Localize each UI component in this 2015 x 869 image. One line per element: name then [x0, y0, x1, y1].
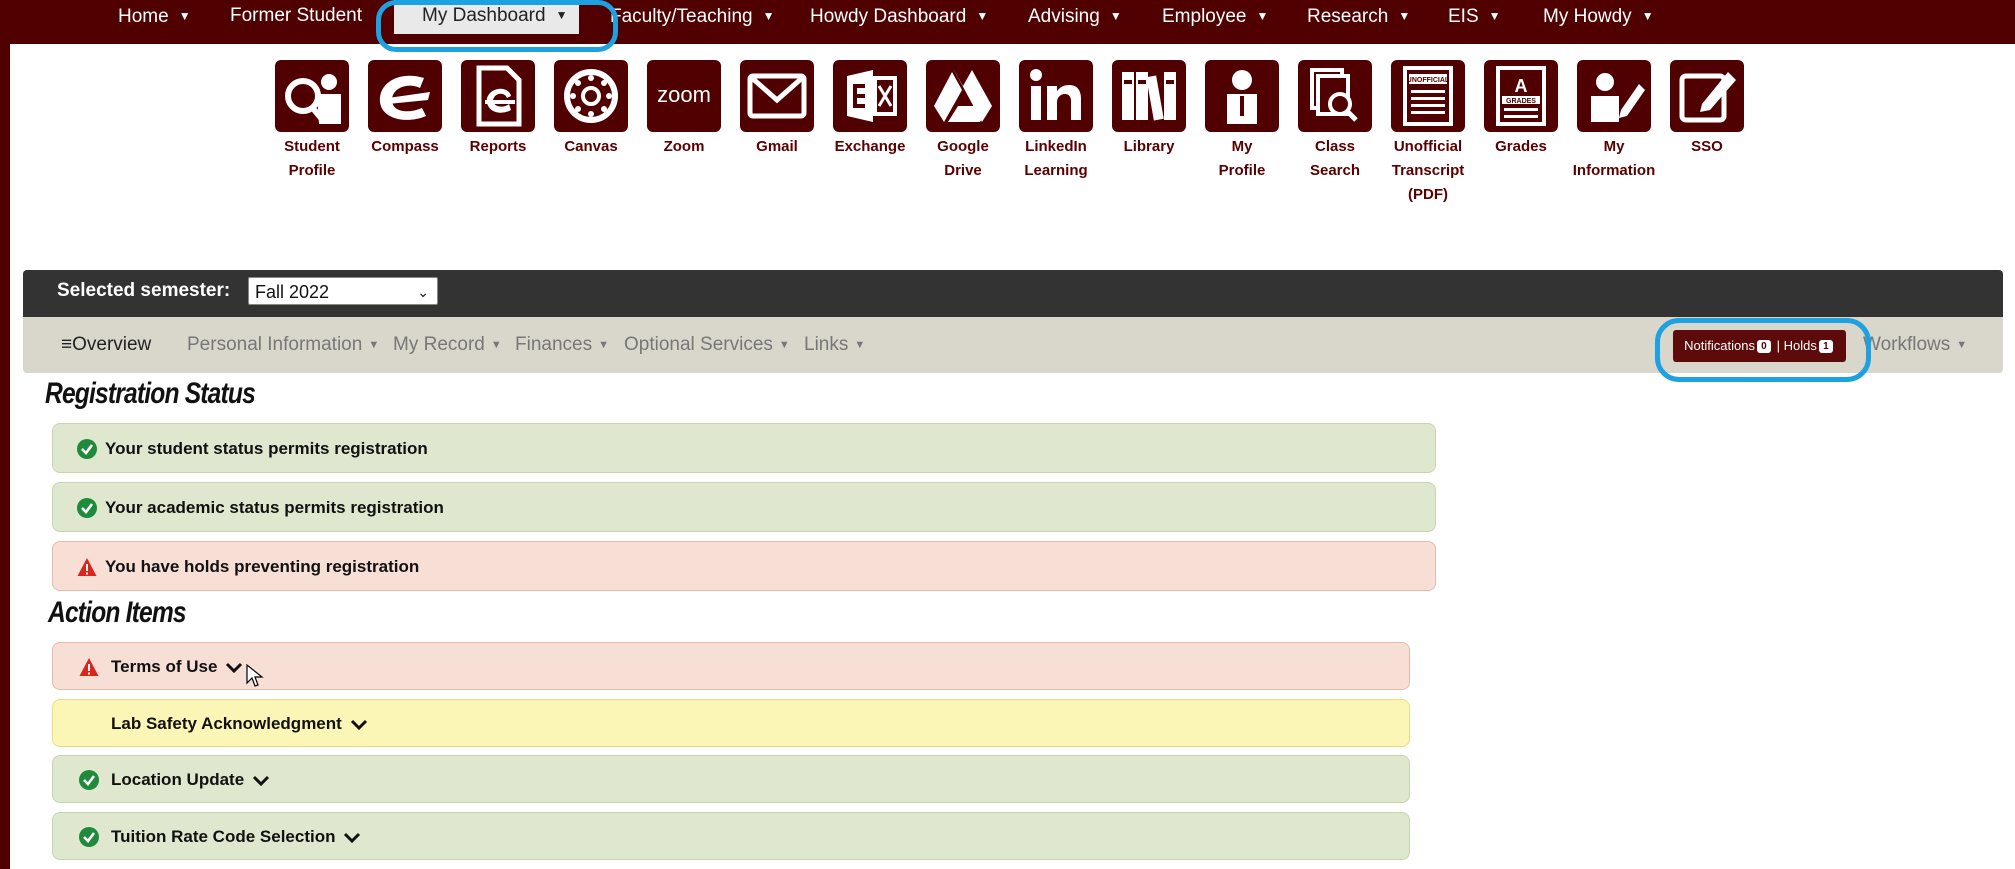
caret-down-icon: ▼ [598, 339, 609, 351]
notifications-holds-button[interactable]: Notifications 0 | Holds 1 [1673, 330, 1846, 362]
app-sso[interactable]: SSO [1661, 60, 1753, 159]
tab-finances[interactable]: Finances ▼ [515, 334, 609, 356]
canvas-icon [554, 60, 628, 132]
chevron-down-icon [253, 775, 270, 787]
app-launcher: Student Profile Compass Reports Canvas z… [10, 60, 2015, 210]
chevron-down-icon [350, 719, 367, 731]
nav-my-dashboard[interactable]: My Dashboard ▼ [394, 0, 580, 34]
app-library[interactable]: Library [1103, 60, 1195, 159]
app-my-information[interactable]: My Information [1568, 60, 1660, 183]
nav-employee[interactable]: Employee ▼ [1162, 4, 1268, 28]
app-reports[interactable]: Reports [452, 60, 544, 159]
app-unofficial-transcript[interactable]: UNOFFICIAL Unofficial Transcript (PDF) [1382, 60, 1474, 207]
linkedin-icon [1019, 60, 1093, 132]
app-zoom[interactable]: zoom Zoom [638, 60, 730, 159]
caret-down-icon: ▼ [1488, 9, 1501, 23]
svg-text:GRADES: GRADES [1506, 98, 1536, 105]
chevron-down-icon [344, 832, 361, 844]
registration-status-title: Registration Status [45, 377, 256, 410]
sub-nav: ≡Overview Personal Information ▼ My Recor… [23, 317, 2003, 373]
library-icon [1112, 60, 1186, 132]
my-profile-icon [1205, 60, 1279, 132]
tab-overview[interactable]: ≡Overview [61, 334, 151, 356]
caret-down-icon: ▼ [1256, 9, 1269, 23]
semester-label: Selected semester: [57, 280, 231, 301]
student-profile-icon [275, 60, 349, 132]
svg-text:zoom: zoom [657, 82, 711, 107]
notifications-count-badge: 0 [1756, 340, 1771, 353]
transcript-icon: UNOFFICIAL [1391, 60, 1465, 132]
nav-home[interactable]: Home ▼ [118, 4, 191, 28]
chevron-down-icon [226, 662, 243, 674]
tab-workflows[interactable]: Workflows ▼ [1863, 334, 1967, 356]
action-item-location-update[interactable]: Location Update [52, 755, 1410, 803]
semester-bar: Selected semester: Fall 2022 ⌄ [23, 270, 2003, 317]
caret-down-icon: ▼ [1641, 9, 1654, 23]
caret-down-icon: ▼ [762, 9, 775, 23]
hamburger-icon: ≡ [61, 334, 73, 355]
app-google-drive[interactable]: Google Drive [917, 60, 1009, 183]
action-items-title: Action Items [48, 596, 187, 629]
app-class-search[interactable]: Class Search [1289, 60, 1381, 183]
google-drive-icon [926, 60, 1000, 132]
compass-icon [368, 60, 442, 132]
caret-down-icon: ▼ [778, 339, 790, 351]
caret-down-icon: ▼ [368, 339, 380, 351]
app-canvas[interactable]: Canvas [545, 60, 637, 159]
gmail-icon [740, 60, 814, 132]
svg-text:A: A [1515, 76, 1528, 96]
check-circle-icon [77, 439, 97, 459]
warning-icon [79, 658, 99, 676]
exchange-icon [833, 60, 907, 132]
tab-optional-services[interactable]: Optional Services ▼ [624, 334, 790, 356]
caret-down-icon: ▼ [1956, 339, 1968, 351]
check-circle-icon [79, 770, 99, 790]
my-information-icon [1577, 60, 1651, 132]
holds-count-badge: 1 [1818, 340, 1833, 353]
zoom-icon: zoom [647, 60, 721, 132]
check-circle-icon [79, 827, 99, 847]
nav-eis[interactable]: EIS ▼ [1448, 4, 1501, 28]
caret-down-icon: ▼ [490, 339, 502, 351]
tab-links[interactable]: Links ▼ [804, 334, 865, 356]
app-exchange[interactable]: Exchange [824, 60, 916, 159]
warning-icon [77, 558, 97, 576]
reports-icon [461, 60, 535, 132]
caret-down-icon: ▼ [1109, 9, 1122, 23]
nav-howdy-dashboard[interactable]: Howdy Dashboard ▼ [810, 4, 988, 28]
app-compass[interactable]: Compass [359, 60, 451, 159]
check-circle-icon [77, 498, 97, 518]
caret-down-icon: ▼ [854, 339, 866, 351]
caret-down-icon: ▼ [1398, 9, 1411, 23]
action-item-lab-safety[interactable]: Lab Safety Acknowledgment [52, 699, 1410, 747]
nav-advising[interactable]: Advising ▼ [1028, 4, 1122, 28]
top-nav: Home ▼ Former Student My Dashboard ▼ Facul… [10, 0, 2015, 44]
page: Home ▼ Former Student My Dashboard ▼ Facul… [10, 0, 2015, 869]
caret-down-icon: ▼ [976, 9, 989, 23]
nav-former-student[interactable]: Former Student [230, 4, 362, 28]
app-linkedin-learning[interactable]: LinkedIn Learning [1010, 60, 1102, 183]
tab-my-record[interactable]: My Record ▼ [393, 334, 502, 356]
chevron-down-icon: ⌄ [417, 284, 429, 300]
grades-icon: A GRADES [1484, 60, 1558, 132]
semester-select[interactable]: Fall 2022 ⌄ [248, 277, 438, 305]
caret-down-icon: ▼ [178, 9, 191, 23]
app-student-profile[interactable]: Student Profile [266, 60, 358, 183]
caret-down-icon: ▼ [555, 8, 568, 22]
action-item-tuition-rate[interactable]: Tuition Rate Code Selection [52, 812, 1410, 860]
app-gmail[interactable]: Gmail [731, 60, 823, 159]
status-row: Your student status permits registration [52, 423, 1436, 473]
status-row: You have holds preventing registration [52, 541, 1436, 591]
nav-research[interactable]: Research ▼ [1307, 4, 1410, 28]
status-row: Your academic status permits registratio… [52, 482, 1436, 532]
class-search-icon [1298, 60, 1372, 132]
tab-personal-information[interactable]: Personal Information ▼ [187, 334, 379, 356]
svg-text:UNOFFICIAL: UNOFFICIAL [1407, 77, 1450, 84]
nav-my-howdy[interactable]: My Howdy ▼ [1543, 4, 1654, 28]
nav-faculty-teaching[interactable]: Faculty/Teaching ▼ [610, 4, 774, 28]
mouse-cursor-icon [246, 664, 264, 687]
app-grades[interactable]: A GRADES Grades [1475, 60, 1567, 159]
app-my-profile[interactable]: My Profile [1196, 60, 1288, 183]
sso-icon [1670, 60, 1744, 132]
